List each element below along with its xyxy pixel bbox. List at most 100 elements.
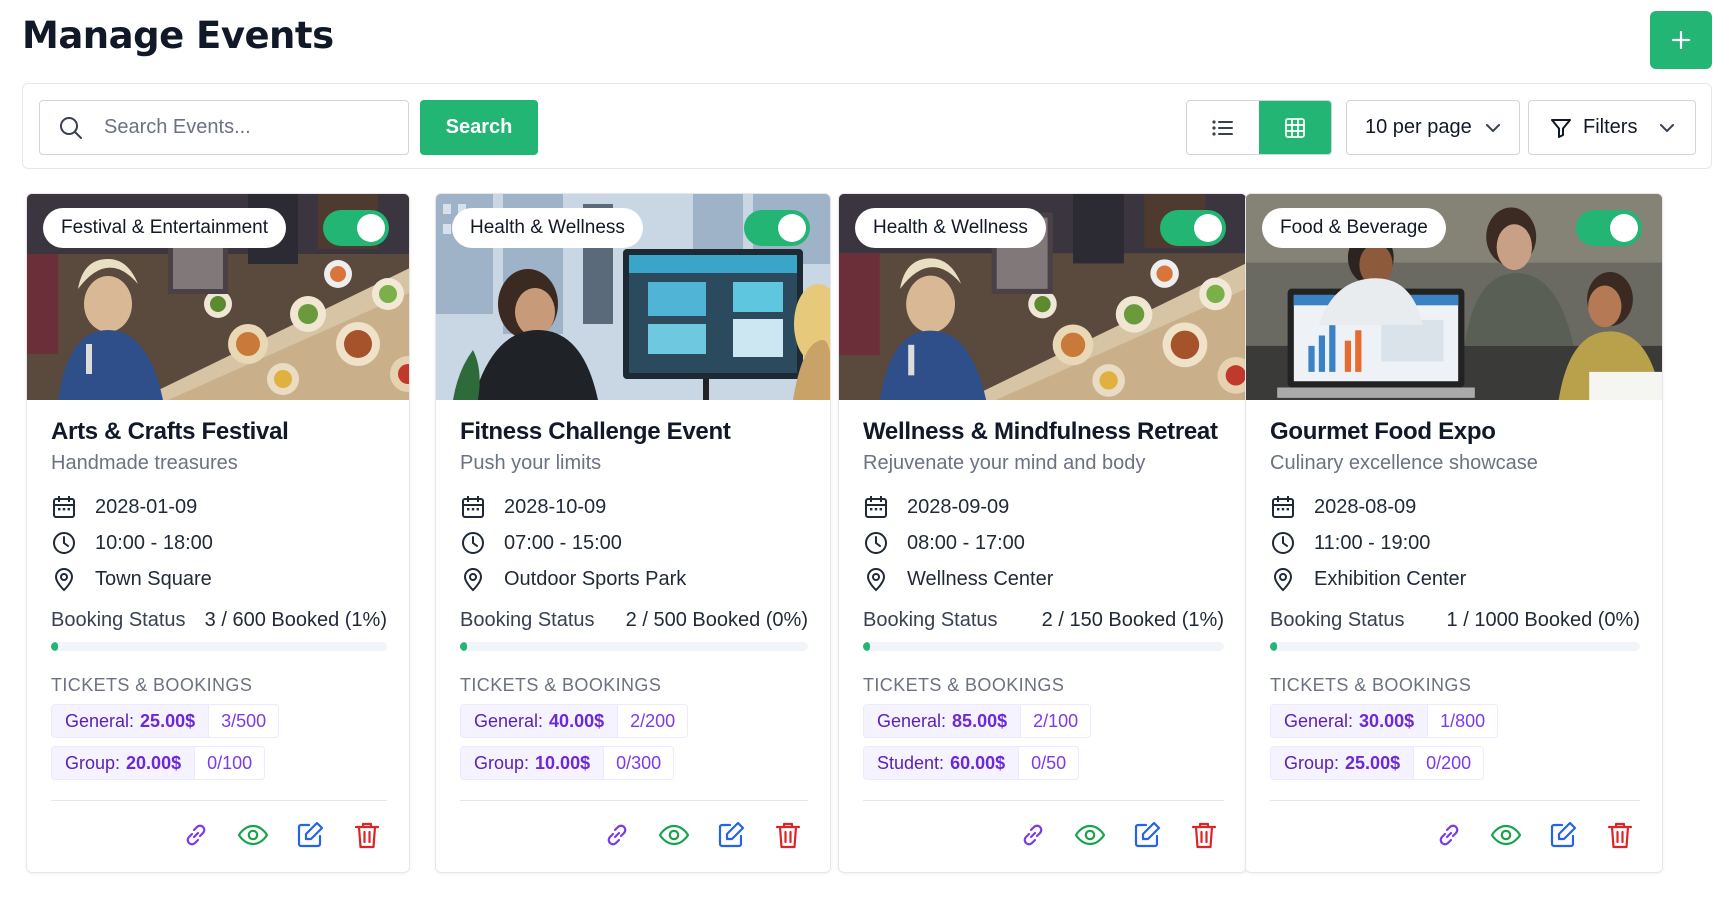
clock-icon	[51, 530, 77, 556]
divider	[51, 800, 387, 801]
event-location-text: Outdoor Sports Park	[504, 567, 687, 590]
edit-button[interactable]	[715, 819, 747, 851]
search-box[interactable]	[39, 100, 409, 155]
event-time-text: 07:00 - 15:00	[504, 531, 622, 554]
calendar-icon	[460, 494, 486, 520]
location-pin-icon	[1270, 566, 1296, 592]
booking-status: Booking Status 3 / 600 Booked (1%)	[51, 609, 387, 632]
event-date: 2028-01-09	[51, 489, 387, 525]
copy-link-button[interactable]	[601, 819, 633, 851]
delete-button[interactable]	[1188, 819, 1220, 851]
search-icon	[58, 115, 84, 141]
ticket-name-price: Group: 20.00$	[52, 747, 195, 779]
copy-link-button[interactable]	[1017, 819, 1049, 851]
location-pin-icon	[863, 566, 889, 592]
category-badge: Health & Wellness	[855, 208, 1046, 248]
booking-progress-bar	[863, 642, 1224, 651]
ticket-name-price: General: 25.00$	[52, 705, 209, 737]
list-icon	[1212, 119, 1233, 136]
ticket-name: General:	[1284, 710, 1354, 731]
booking-status-label: Booking Status	[863, 609, 998, 631]
event-date: 2028-09-09	[863, 489, 1224, 525]
event-location: Outdoor Sports Park	[460, 561, 808, 597]
tickets-heading: TICKETS & BOOKINGS	[863, 675, 1065, 695]
eye-icon	[1074, 824, 1106, 846]
per-page-value: 10 per page	[1365, 116, 1472, 138]
tickets-heading: TICKETS & BOOKINGS	[1270, 675, 1472, 695]
category-badge: Festival & Entertainment	[43, 208, 286, 248]
ticket-name-price: General: 30.00$	[1271, 705, 1428, 737]
tickets-list: General: 85.00$ 2/100 Student: 60.00$ 0/50	[863, 696, 1224, 780]
copy-link-button[interactable]	[180, 819, 212, 851]
ticket-price: 30.00$	[1359, 710, 1415, 731]
view-button[interactable]	[658, 819, 690, 851]
event-active-toggle[interactable]	[744, 210, 810, 246]
card-actions	[863, 819, 1224, 851]
link-icon	[186, 824, 206, 846]
calendar-icon	[863, 494, 889, 520]
delete-button[interactable]	[1604, 819, 1636, 851]
ticket-count: 0/200	[1413, 747, 1484, 779]
booking-status-label: Booking Status	[460, 609, 595, 631]
ticket-type: Group: 10.00$ 0/300	[460, 746, 675, 780]
view-button[interactable]	[237, 819, 269, 851]
ticket-name-price: General: 85.00$	[864, 705, 1021, 737]
ticket-price: 60.00$	[950, 752, 1006, 773]
card-actions	[460, 819, 808, 851]
event-time-text: 08:00 - 17:00	[907, 531, 1025, 554]
link-icon	[607, 824, 627, 846]
toggle-knob	[1610, 214, 1638, 242]
trash-icon	[1607, 822, 1633, 849]
filters-label: Filters	[1583, 116, 1638, 138]
event-card: Festival & Entertainment Arts & Crafts F…	[26, 193, 410, 873]
search-input[interactable]	[104, 116, 394, 139]
ticket-type: General: 25.00$ 3/500	[51, 704, 280, 738]
filters-button[interactable]: Filters	[1528, 100, 1696, 155]
booking-status-label: Booking Status	[51, 609, 186, 631]
search-button[interactable]: Search	[420, 100, 538, 155]
add-event-button[interactable]	[1650, 11, 1712, 69]
edit-button[interactable]	[294, 819, 326, 851]
ticket-name: Group:	[474, 752, 530, 773]
ticket-name: General:	[65, 710, 135, 731]
view-button[interactable]	[1490, 819, 1522, 851]
event-card: Health & Wellness Wellness & Mindfulness…	[838, 193, 1247, 873]
event-active-toggle[interactable]	[1160, 210, 1226, 246]
divider	[1270, 800, 1640, 801]
copy-link-button[interactable]	[1433, 819, 1465, 851]
ticket-count: 2/200	[617, 705, 688, 737]
ticket-name-price: General: 40.00$	[461, 705, 618, 737]
edit-button[interactable]	[1131, 819, 1163, 851]
list-view-button[interactable]	[1187, 101, 1259, 154]
ticket-count: 3/500	[208, 705, 279, 737]
card-actions	[1270, 819, 1640, 851]
ticket-name: Group:	[1284, 752, 1340, 773]
card-actions	[51, 819, 387, 851]
ticket-count: 0/100	[194, 747, 265, 779]
event-time: 10:00 - 18:00	[51, 525, 387, 561]
event-date-text: 2028-09-09	[907, 495, 1010, 518]
ticket-type: General: 40.00$ 2/200	[460, 704, 689, 738]
delete-button[interactable]	[772, 819, 804, 851]
event-active-toggle[interactable]	[1576, 210, 1642, 246]
booking-progress-bar	[460, 642, 808, 651]
event-location: Exhibition Center	[1270, 561, 1640, 597]
divider	[863, 800, 1224, 801]
event-date: 2028-08-09	[1270, 489, 1640, 525]
ticket-name: Group:	[65, 752, 121, 773]
eye-icon	[658, 824, 690, 846]
event-location: Wellness Center	[863, 561, 1224, 597]
category-badge: Health & Wellness	[452, 208, 643, 248]
edit-button[interactable]	[1547, 819, 1579, 851]
event-title: Fitness Challenge Event	[460, 418, 731, 445]
event-subtitle: Rejuvenate your mind and body	[863, 452, 1146, 474]
grid-view-button[interactable]	[1259, 101, 1331, 154]
ticket-name-price: Group: 10.00$	[461, 747, 604, 779]
event-active-toggle[interactable]	[323, 210, 389, 246]
delete-button[interactable]	[351, 819, 383, 851]
per-page-select[interactable]: 10 per page	[1346, 100, 1520, 155]
event-time-text: 11:00 - 19:00	[1314, 531, 1431, 554]
booking-progress-bar	[51, 642, 387, 651]
view-button[interactable]	[1074, 819, 1106, 851]
ticket-price: 25.00$	[1345, 752, 1401, 773]
